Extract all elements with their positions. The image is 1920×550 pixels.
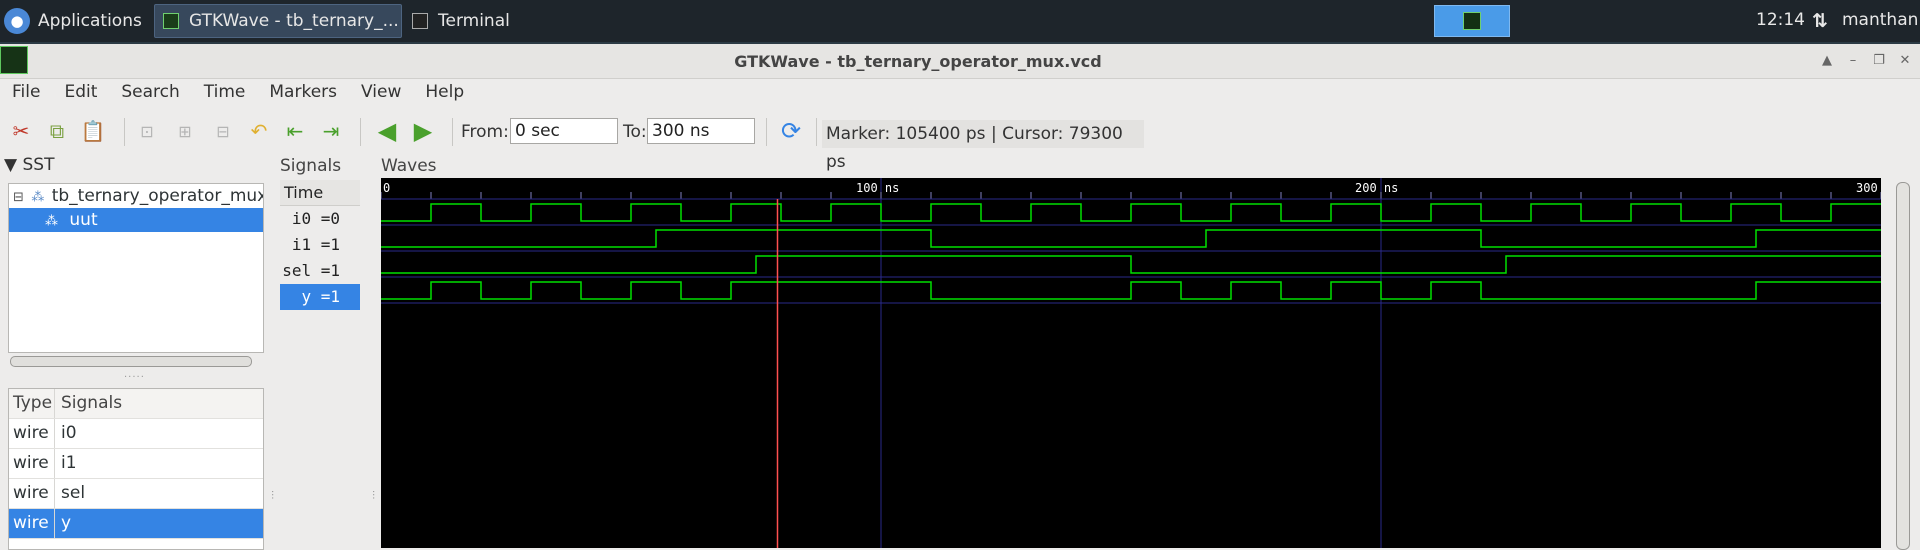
menu-file[interactable]: File — [0, 79, 52, 105]
sst-header[interactable]: ▼ SST — [4, 155, 54, 175]
paste-icon[interactable]: 📋 — [80, 118, 106, 144]
menu-time[interactable]: Time — [192, 79, 258, 105]
module-icon: ⁂ — [31, 190, 45, 205]
tree-item-tb-label: tb_ternary_operator_mux — [51, 186, 264, 206]
time-label-100ns: 100 ns — [856, 181, 899, 195]
terminal-icon — [412, 13, 428, 29]
tree-item-tb[interactable]: ⊟ ⁂ tb_ternary_operator_mux — [9, 184, 263, 208]
menu-markers[interactable]: Markers — [257, 79, 349, 105]
row-type: wire — [9, 449, 55, 478]
marker-cursor-readout: Marker: 105400 ps | Cursor: 79300 ps — [822, 120, 1144, 172]
user-menu[interactable]: manthan — [1842, 10, 1918, 30]
zoom-to-start-icon[interactable]: ⇤ — [282, 118, 308, 144]
row-signal: i0 — [61, 423, 77, 443]
signal-type-table: Type Signals wire i0 wire i1 wire sel wi… — [8, 388, 264, 550]
module-icon: ⁂ — [45, 214, 58, 229]
signal-row-sel[interactable]: sel =1 — [280, 258, 360, 284]
row-type: wire — [9, 479, 55, 508]
sst-title: SST — [22, 155, 55, 175]
row-type: wire — [9, 419, 55, 448]
expander-down-icon: ▼ — [4, 155, 18, 175]
row-signal: y — [61, 513, 72, 533]
network-icon[interactable]: ⇅ — [1812, 10, 1828, 32]
row-signal: i1 — [61, 453, 77, 473]
menu-search[interactable]: Search — [109, 79, 191, 105]
waves-title: Waves — [381, 156, 437, 176]
applications-label: Applications — [38, 11, 142, 31]
menubar: File Edit Search Time Markers View Help — [0, 79, 476, 105]
menu-help[interactable]: Help — [413, 79, 476, 105]
gtkwave-mini-icon — [1463, 12, 1481, 30]
task-terminal[interactable]: Terminal — [404, 4, 644, 38]
applications-menu-button[interactable]: ● Applications — [4, 4, 142, 38]
zoom-fit-icon[interactable]: ⊡ — [134, 118, 160, 144]
trace-y[interactable] — [381, 281, 1881, 300]
table-header: Type Signals — [9, 389, 263, 419]
find-next-edge-icon[interactable]: ▶ — [410, 117, 436, 145]
tree-horizontal-scrollbar[interactable] — [10, 356, 252, 367]
taskbar: ● Applications GTKWave - tb_ternary_... … — [0, 0, 1920, 44]
table-row[interactable]: wire i1 — [9, 449, 263, 479]
task-gtkwave[interactable]: GTKWave - tb_ternary_... — [154, 4, 402, 38]
gtkwave-icon — [163, 13, 179, 29]
time-label-0: 0 — [383, 181, 390, 195]
window-titlebar[interactable]: GTKWave - tb_ternary_operator_mux.vcd ▲ … — [0, 44, 1920, 79]
maximize-icon[interactable]: ❐ — [1870, 52, 1888, 70]
cut-icon[interactable]: ✂ — [8, 118, 34, 144]
copy-icon[interactable]: ⧉ — [44, 118, 70, 144]
workspace-pager[interactable] — [1434, 5, 1510, 37]
to-time-input[interactable] — [647, 118, 755, 144]
time-label-300: 300 — [1856, 181, 1878, 195]
hierarchy-tree: ⊟ ⁂ tb_ternary_operator_mux ⁂ uut — [8, 183, 264, 353]
zoom-to-end-icon[interactable]: ⇥ — [318, 118, 344, 144]
trace-i1[interactable] — [381, 229, 1881, 248]
to-label: To: — [623, 122, 647, 142]
menu-view[interactable]: View — [349, 79, 413, 105]
shade-icon[interactable]: ▲ — [1818, 52, 1836, 70]
table-row[interactable]: wire sel — [9, 479, 263, 509]
task-terminal-label: Terminal — [438, 11, 510, 31]
signals-title: Signals — [280, 156, 342, 176]
window-title: GTKWave - tb_ternary_operator_mux.vcd — [734, 52, 1102, 71]
time-header: Time — [280, 180, 360, 206]
clock[interactable]: 12:14 — [1756, 10, 1805, 30]
from-time-input[interactable] — [510, 118, 618, 144]
table-row[interactable]: wire y — [9, 509, 263, 539]
signal-row-i1[interactable]: i1 =1 — [280, 232, 360, 258]
tree-expander-icon[interactable]: ⊟ — [13, 190, 24, 205]
toolbar: ✂ ⧉ 📋 ⊡ ⊞ ⊟ ↶ ⇤ ⇥ ◀ ▶ From: To: ⟳ Marker… — [0, 112, 1920, 172]
waveform-viewer[interactable]: 0 100 ns 200 ns 300 — [381, 178, 1881, 548]
signal-row-y[interactable]: y =1 — [280, 284, 360, 310]
signal-row-i0[interactable]: i0 =0 — [280, 206, 360, 232]
table-row[interactable]: wire i0 — [9, 419, 263, 449]
pane-resize-handle[interactable]: ····· — [124, 372, 145, 383]
zoom-in-icon[interactable]: ⊞ — [172, 118, 198, 144]
tree-item-uut[interactable]: ⁂ uut — [9, 208, 263, 232]
menu-edit[interactable]: Edit — [52, 79, 109, 105]
from-label: From: — [461, 122, 509, 142]
row-signal: sel — [61, 483, 86, 503]
waveform-canvas[interactable]: 0 100 ns 200 ns 300 — [381, 178, 1881, 548]
trace-i0[interactable] — [381, 203, 1881, 222]
task-gtkwave-label: GTKWave - tb_ternary_... — [189, 11, 399, 31]
zoom-out-icon[interactable]: ⊟ — [210, 118, 236, 144]
trace-sel[interactable] — [381, 255, 1881, 274]
undo-zoom-icon[interactable]: ↶ — [246, 118, 272, 144]
waves-vertical-scrollbar[interactable] — [1896, 182, 1910, 550]
col-type-header[interactable]: Type — [9, 389, 55, 418]
tree-item-uut-label: uut — [69, 210, 98, 230]
close-icon[interactable]: ✕ — [1896, 52, 1914, 70]
vertical-resize-handle[interactable]: ··· — [367, 490, 378, 500]
row-type: wire — [9, 509, 55, 538]
col-signals-header[interactable]: Signals — [55, 389, 122, 418]
minimize-icon[interactable]: – — [1844, 52, 1862, 70]
signals-list: Time i0 =0 i1 =1 sel =1 y =1 — [280, 180, 360, 548]
xfce-mouse-icon: ● — [4, 8, 30, 34]
time-label-200ns: 200 ns — [1355, 181, 1398, 195]
vertical-resize-handle[interactable]: ··· — [266, 490, 277, 500]
reload-icon[interactable]: ⟳ — [778, 117, 804, 145]
find-previous-edge-icon[interactable]: ◀ — [374, 117, 400, 145]
